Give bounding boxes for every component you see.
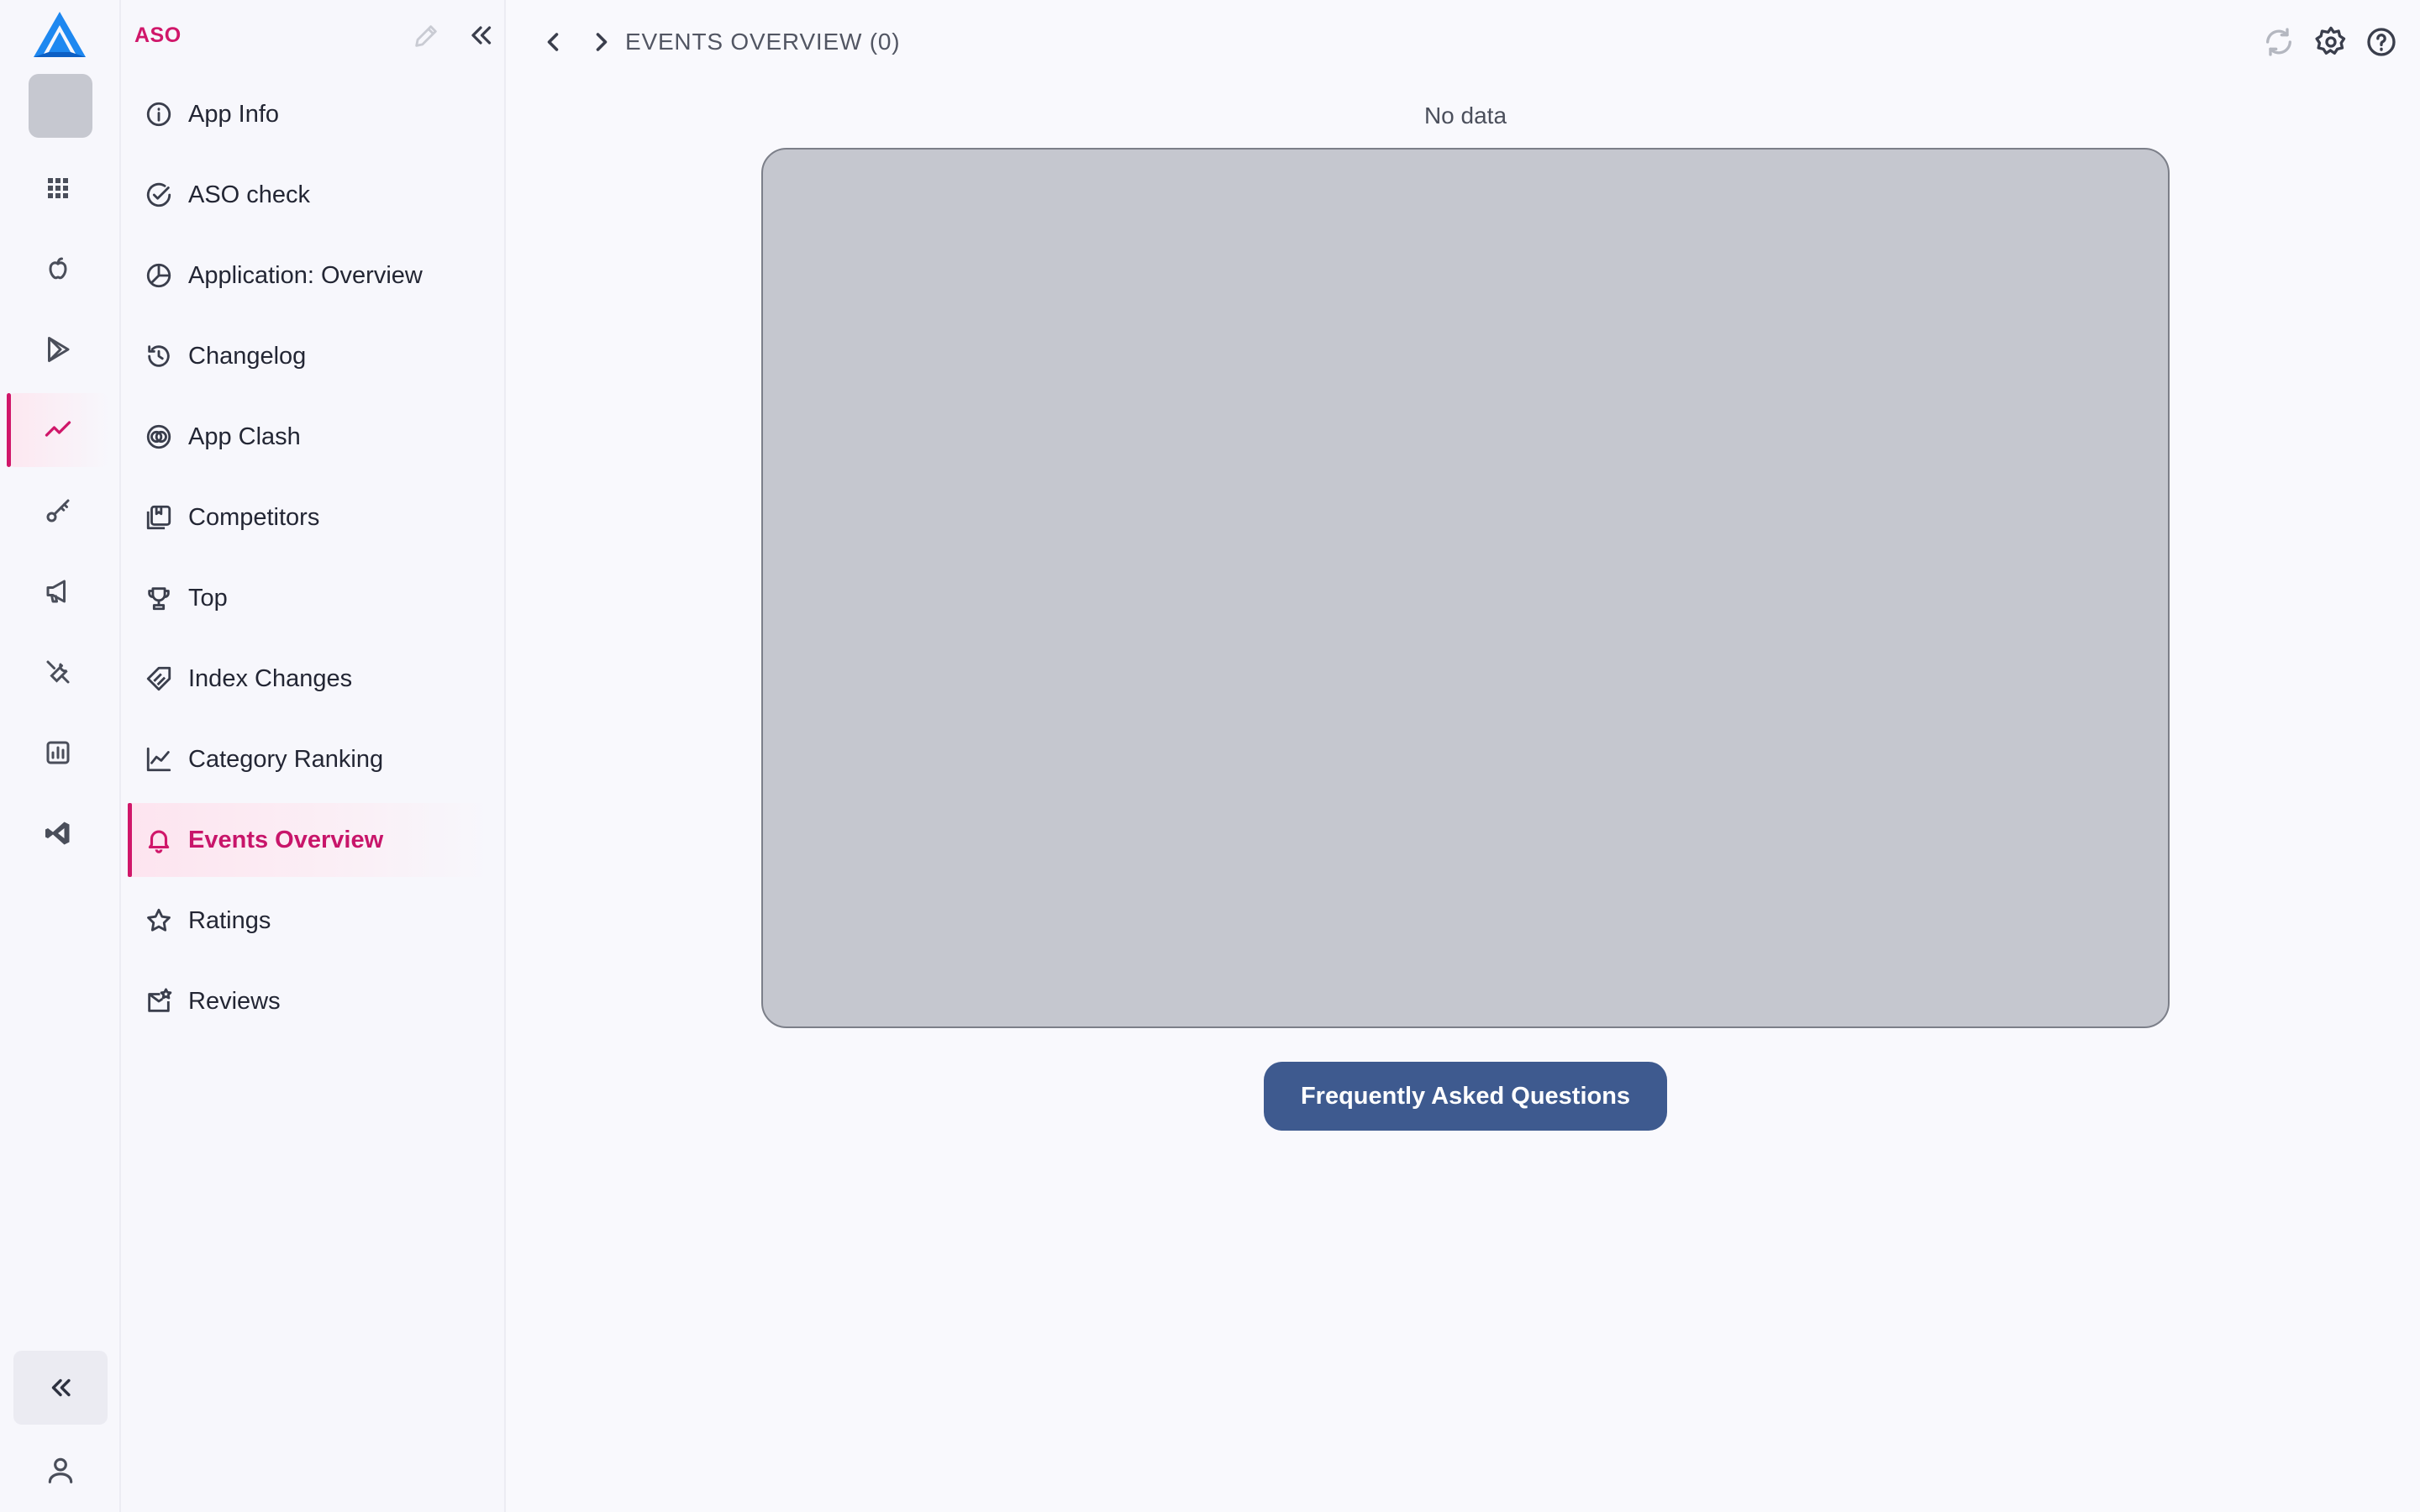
google-play-icon <box>48 337 70 362</box>
page-title: EVENTS OVERVIEW (0) <box>625 29 901 55</box>
chevron-right-icon[interactable] <box>587 27 617 57</box>
sidebar-item-reviews[interactable]: Reviews <box>128 964 489 1038</box>
empty-state-text: No data <box>1423 102 1507 129</box>
rail-item-keywords[interactable] <box>7 474 109 548</box>
sidebar-item-top[interactable]: Top <box>128 561 489 635</box>
rail-collapse-button[interactable] <box>13 1351 108 1425</box>
sidebar-item-label: Application: Overview <box>188 261 423 289</box>
rail-item-tools[interactable] <box>7 635 109 709</box>
help-icon[interactable] <box>2365 25 2398 59</box>
rail-item-integrations[interactable] <box>7 796 109 870</box>
sidebar-item-label: Reviews <box>188 987 281 1015</box>
rail-item-reports[interactable] <box>7 716 109 790</box>
sidebar-item-index-changes[interactable]: Index Changes <box>128 642 489 716</box>
sidebar-header: ASO <box>121 0 506 71</box>
sidebar-item-changelog[interactable]: Changelog <box>128 319 489 393</box>
sidebar-item-label: Category Ranking <box>188 745 384 773</box>
sidebar-item-aso-check[interactable]: ASO check <box>128 158 489 232</box>
overlap-circles-icon <box>146 424 171 449</box>
app-logo[interactable] <box>32 10 87 59</box>
apple-icon <box>49 257 67 280</box>
sidebar-item-ratings[interactable]: Ratings <box>128 884 489 958</box>
sidebar-item-label: Changelog <box>188 342 307 370</box>
key-icon <box>46 499 70 522</box>
app-avatar[interactable] <box>29 74 92 138</box>
rail-item-google-play[interactable] <box>7 312 109 386</box>
info-circle-icon <box>146 102 171 127</box>
sidebar-item-app-clash[interactable]: App Clash <box>128 400 489 474</box>
faq-button[interactable]: Frequently Asked Questions <box>1264 1062 1667 1131</box>
sidebar-title: ASO <box>134 24 182 47</box>
user-menu-button[interactable] <box>13 1433 108 1507</box>
sidebar-item-label: Index Changes <box>188 664 353 692</box>
sidebar-item-label: Ratings <box>188 906 271 934</box>
sidebar-item-category-ranking[interactable]: Category Ranking <box>128 722 489 796</box>
trending-icon <box>45 421 71 437</box>
user-icon <box>48 1457 73 1483</box>
rail-item-dashboard[interactable] <box>7 151 109 225</box>
tools-icon <box>46 660 70 684</box>
tag-icon <box>146 666 171 691</box>
sidebar-item-competitors[interactable]: Competitors <box>128 480 489 554</box>
sidebar-item-app-info[interactable]: App Info <box>128 77 489 151</box>
sidebar-item-label: App Info <box>188 100 280 128</box>
visual-studio-icon <box>45 822 70 845</box>
star-icon <box>147 908 171 932</box>
trophy-icon <box>148 587 170 611</box>
sidebar-item-label: Competitors <box>188 503 320 531</box>
double-chevron-left-icon <box>51 1378 71 1397</box>
pie-chart-icon <box>146 263 171 288</box>
check-circle-icon <box>146 182 171 207</box>
rail-item-app-store[interactable] <box>7 232 109 306</box>
gear-icon[interactable] <box>2314 25 2348 59</box>
mail-star-icon <box>148 988 172 1012</box>
competitors-icon <box>146 505 171 530</box>
pencil-icon[interactable] <box>412 22 440 50</box>
refresh-icon[interactable] <box>2262 25 2296 59</box>
rail-item-aso[interactable] <box>7 393 109 467</box>
chevron-left-icon[interactable] <box>538 27 568 57</box>
double-chevron-left-icon[interactable] <box>466 20 496 50</box>
sidebar-item-application-overview[interactable]: Application: Overview <box>128 239 489 312</box>
rail-item-ads[interactable] <box>7 554 109 628</box>
section-sidebar: ASO App Info ASO check Application: Over… <box>121 0 506 1512</box>
sidebar-item-events-overview[interactable]: Events Overview <box>128 803 489 877</box>
icon-rail <box>0 0 121 1512</box>
sidebar-item-label: App Clash <box>188 423 301 450</box>
bell-icon <box>148 830 170 853</box>
megaphone-icon <box>46 580 66 603</box>
grid-icon <box>48 178 68 198</box>
sidebar-item-label: Events Overview <box>188 826 384 853</box>
app-window: ASO App Info ASO check Application: Over… <box>0 0 2420 1512</box>
top-bar: EVENTS OVERVIEW (0) <box>508 0 2420 84</box>
sidebar-item-label: Top <box>188 584 228 612</box>
line-chart-icon <box>146 747 171 772</box>
empty-state-illustration <box>761 148 2170 1028</box>
report-chart-icon <box>46 741 70 764</box>
history-icon <box>148 345 170 367</box>
sidebar-item-label: ASO check <box>188 181 311 208</box>
